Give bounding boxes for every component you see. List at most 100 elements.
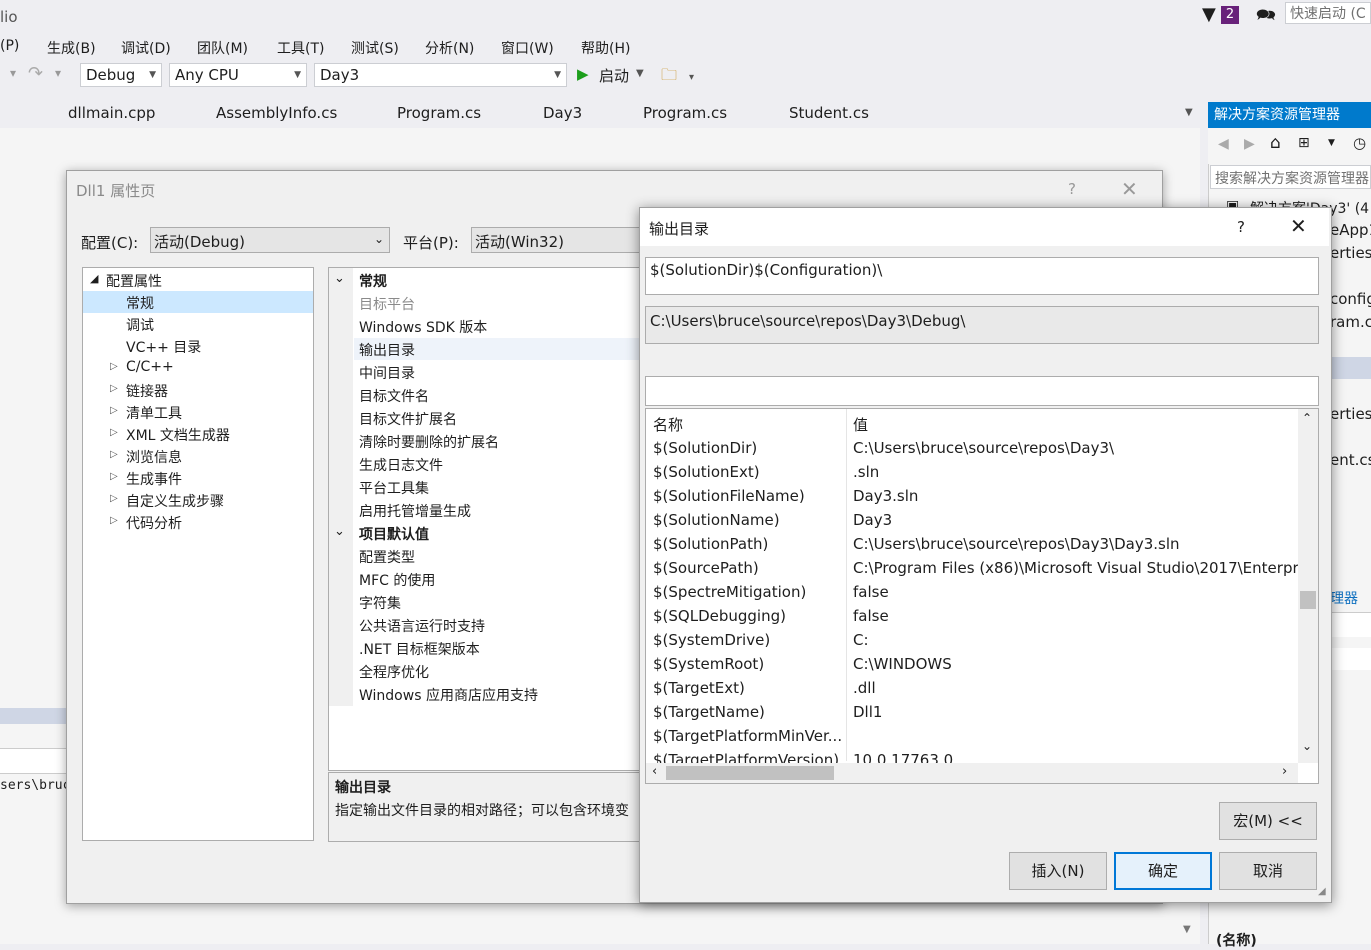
toolbar-overflow-icon[interactable]: ▾ [689,72,694,83]
expand-arrow-icon[interactable]: ▷ [110,427,118,438]
scroll-down-icon[interactable]: ▼ [1183,924,1191,935]
menu-window[interactable]: 窗口(W) [501,38,554,58]
se-item-2[interactable]: erties [1330,244,1371,262]
notification-badge[interactable]: 2 [1221,6,1239,24]
macro-row[interactable]: $(SystemDrive) C: [646,629,1298,653]
grid-row-config-type[interactable]: 配置类型 [359,547,415,567]
start-icon[interactable]: ▶ [577,65,589,83]
tree-item-xml-doc[interactable]: XML 文档生成器 [126,425,230,445]
macro-row[interactable]: $(SolutionPath) C:\Users\bruce\source\rep… [646,533,1298,557]
section-collapse-icon[interactable]: ⌄ [334,524,345,539]
menu-test[interactable]: 测试(S) [351,38,399,58]
expand-arrow-icon[interactable]: ▷ [110,493,118,504]
macro-row[interactable]: $(TargetPlatformMinVer... [646,725,1298,749]
se-item-3[interactable]: config [1330,290,1371,308]
filter-icon[interactable]: ▼ [1202,4,1216,25]
menu-project[interactable]: (P) [0,38,19,54]
grid-row-mfc[interactable]: MFC 的使用 [359,570,435,590]
macro-row[interactable]: $(SourcePath) C:\Program Files (x86)\Micr… [646,557,1298,581]
macro-row[interactable]: $(SolutionName) Day3 [646,509,1298,533]
switch-view-icon[interactable]: ⊞ [1298,135,1310,151]
start-button[interactable]: 启动 [599,65,629,86]
grid-row-wpo[interactable]: 全程序优化 [359,662,429,682]
horizontal-scrollbar[interactable]: ‹ › [646,763,1298,783]
insert-button[interactable]: 插入(N) [1009,852,1107,890]
grid-row-clean-ext[interactable]: 清除时要删除的扩展名 [359,432,499,452]
tree-item-browse-info[interactable]: 浏览信息 [126,447,182,467]
grid-row-managed-incremental[interactable]: 启用托管增量生成 [359,501,471,521]
column-header-value[interactable]: 值 [853,414,868,435]
grid-row-target-ext[interactable]: 目标文件扩展名 [359,409,457,429]
tab-day3[interactable]: Day3 [543,104,582,122]
history-icon[interactable]: ◷ [1353,134,1366,152]
macro-row[interactable]: $(TargetExt) .dll [646,677,1298,701]
config-select[interactable]: 活动(Debug) ⌄ [150,227,390,253]
grid-row-sdk-version[interactable]: Windows SDK 版本 [359,317,487,337]
scroll-right-icon[interactable]: › [1282,764,1287,779]
macro-value-input[interactable]: $(SolutionDir)$(Configuration)\ [645,257,1319,295]
macro-row[interactable]: $(SolutionFileName) Day3.sln [646,485,1298,509]
macro-row[interactable]: $(SystemRoot) C:\WINDOWS [646,653,1298,677]
tab-student[interactable]: Student.cs [789,104,869,122]
grid-row-build-log[interactable]: 生成日志文件 [359,455,443,475]
expand-arrow-icon[interactable]: ▷ [110,361,118,372]
macro-row[interactable]: $(TargetPlatformVersion) 10.0.17763.0 [646,749,1298,763]
horizontal-scroll-thumb[interactable] [666,766,834,780]
property-close-icon[interactable]: ✕ [1121,177,1138,201]
tab-overflow-icon[interactable]: ▼ [1185,107,1193,118]
feedback-icon[interactable]: 🗪 [1256,4,1276,31]
tree-item-debugging[interactable]: 调试 [126,315,154,335]
tab-program[interactable]: Program.cs [397,104,481,122]
back-icon[interactable]: ◀ [1218,136,1229,152]
config-combo[interactable]: Debug ▼ [80,63,162,87]
grid-row-target-name[interactable]: 目标文件名 [359,386,429,406]
tab-assemblyinfo[interactable]: AssemblyInfo.cs [216,104,337,122]
grid-row-store-app[interactable]: Windows 应用商店应用支持 [359,685,538,705]
tree-root[interactable]: 配置属性 [106,271,162,291]
se-item-1[interactable]: eApp1 [1330,221,1371,239]
ok-button[interactable]: 确定 [1114,852,1212,890]
tree-item-vc-directories[interactable]: VC++ 目录 [126,337,201,357]
vertical-scrollbar[interactable]: ⌃ ⌄ [1298,409,1318,763]
vertical-scroll-thumb[interactable] [1300,591,1316,609]
property-help-button[interactable]: ? [1068,180,1076,198]
tree-item-manifest[interactable]: 清单工具 [126,403,182,423]
expand-arrow-icon[interactable]: ▷ [110,471,118,482]
view-dropdown-icon[interactable]: ▼ [1328,138,1335,148]
tree-item-general[interactable]: 常规 [126,293,154,313]
grid-row-intermediate-dir[interactable]: 中间目录 [359,363,415,383]
macro-row[interactable]: $(TargetName) Dll1 [646,701,1298,725]
menu-help[interactable]: 帮助(H) [581,38,630,58]
grid-row-charset[interactable]: 字符集 [359,593,401,613]
section-collapse-icon[interactable]: ⌄ [334,271,345,286]
grid-row-target-platform[interactable]: 目标平台 [359,294,415,314]
macro-row[interactable]: $(SolutionExt) .sln [646,461,1298,485]
grid-row-output-dir[interactable]: 输出目录 [359,340,415,360]
menu-build[interactable]: 生成(B) [47,38,96,58]
expand-arrow-icon[interactable]: ▷ [110,405,118,416]
platform-select[interactable]: 活动(Win32) [471,227,646,253]
macro-filter-input[interactable] [645,376,1319,406]
collapse-arrow-icon[interactable]: ◢ [90,272,98,285]
resize-grip-icon[interactable]: ◢ [1318,886,1326,897]
menu-tools[interactable]: 工具(T) [277,38,324,58]
menu-debug[interactable]: 调试(D) [121,38,171,58]
se-item-6[interactable]: ent.cs [1330,451,1371,469]
dropdown-arrow-icon[interactable]: ▾ [10,66,16,80]
expand-arrow-icon[interactable]: ▷ [110,515,118,526]
scroll-up-icon[interactable]: ⌃ [1302,411,1312,425]
cancel-button[interactable]: 取消 [1219,852,1317,890]
quick-launch-input[interactable]: 快速启动 (C [1285,2,1371,24]
macros-toggle-button[interactable]: 宏(M) << [1219,802,1317,840]
se-item-4[interactable]: ram.c [1330,313,1371,331]
tab-dllmain[interactable]: dllmain.cpp [68,104,155,122]
tree-item-build-events[interactable]: 生成事件 [126,469,182,489]
expand-arrow-icon[interactable]: ▷ [110,383,118,394]
scroll-left-icon[interactable]: ‹ [652,764,657,779]
se-item-5[interactable]: erties [1330,405,1371,423]
scroll-down-icon[interactable]: ⌄ [1302,739,1312,753]
macro-row[interactable]: $(SolutionDir) C:\Users\bruce\source\repo… [646,437,1298,461]
forward-icon[interactable]: ▶ [1244,136,1255,152]
redo-icon[interactable]: ↷ [28,63,43,84]
tree-item-custom-build[interactable]: 自定义生成步骤 [126,491,224,511]
